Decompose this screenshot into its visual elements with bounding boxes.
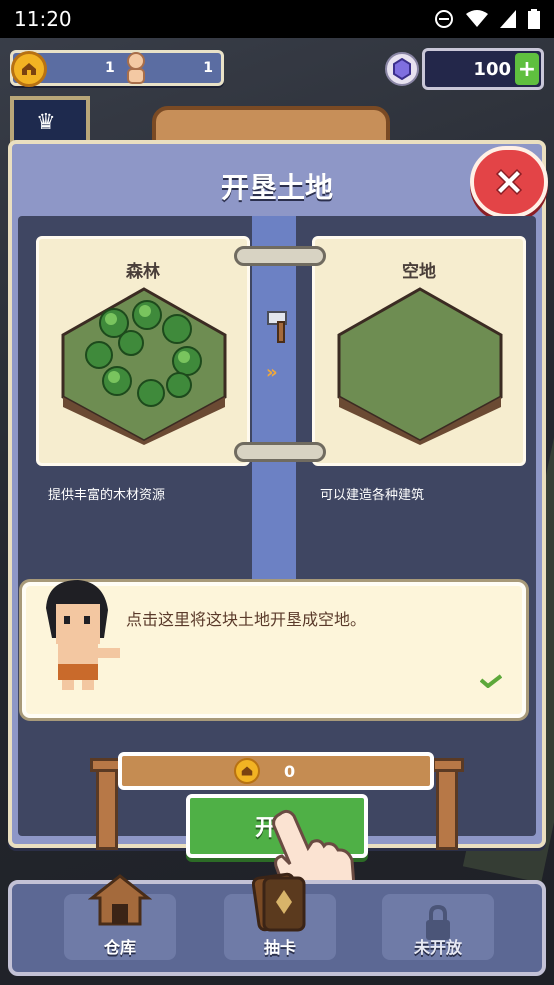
gem-count: 100 [473, 59, 511, 80]
card-draw-icon [252, 872, 306, 932]
forest-card: 森林 [36, 236, 250, 466]
cost-amount: 0 [284, 762, 296, 781]
empty-land-tile-icon [337, 287, 503, 445]
empty-land-card: 空地 [312, 236, 526, 466]
transform-arrow-icon: » [266, 362, 278, 383]
gem-bar: 100 + [422, 48, 544, 90]
status-time: 11:20 [14, 7, 72, 31]
modal-title: 开垦土地 [220, 171, 333, 204]
empty-land-title: 空地 [402, 262, 436, 282]
tutorial-text: 点击这里将这块土地开垦成空地。 [126, 610, 367, 629]
wifi-icon [466, 10, 488, 27]
gem-icon [385, 52, 419, 86]
villager-count: 1 [203, 60, 213, 76]
cost-bar: 0 [118, 752, 434, 790]
resource-bar: 1 1 [10, 50, 224, 87]
villager-guide-icon [46, 580, 120, 690]
forest-tile-icon [61, 287, 227, 445]
dnd-icon [435, 10, 453, 28]
card-connector-bottom [234, 442, 326, 462]
empty-land-description: 可以建造各种建筑 [320, 488, 425, 503]
status-bar: 11:20 [0, 0, 554, 38]
crown-icon: ♛ [36, 110, 56, 135]
signal-icon [500, 10, 516, 28]
coin-icon [234, 758, 260, 784]
warehouse-icon [88, 874, 152, 926]
nav-card-draw[interactable]: 抽卡 [224, 872, 336, 960]
center-strip [252, 216, 296, 580]
nav-warehouse[interactable]: 仓库 [64, 874, 176, 960]
develop-land-modal: 开垦土地 森林 空地 » 提供丰富的木材资源 可以建造各种建筑 [8, 140, 548, 848]
coin-count: 1 [105, 60, 115, 76]
close-icon [495, 168, 523, 196]
nav-warehouse-label: 仓库 [103, 938, 136, 957]
villager-icon [127, 52, 145, 84]
nav-card-draw-label: 抽卡 [263, 938, 296, 957]
close-button[interactable] [470, 146, 548, 218]
coin-icon [11, 51, 47, 87]
sign-post-left [96, 760, 118, 850]
forest-description: 提供丰富的木材资源 [48, 488, 166, 503]
sign-post-cap-right [432, 758, 464, 772]
forest-title: 森林 [126, 262, 160, 282]
add-gems-button[interactable]: + [515, 53, 539, 85]
nav-locked[interactable]: 未开放 [382, 894, 494, 960]
card-connector-top [234, 246, 326, 266]
sign-post-right [436, 760, 458, 850]
hammer-icon [267, 311, 287, 343]
battery-icon [528, 9, 540, 29]
bottom-navigation: 仓库 抽卡 未开放 [8, 872, 546, 976]
status-icons [434, 9, 540, 29]
check-icon [480, 674, 502, 688]
modal-content: 森林 空地 » 提供丰富的木材资源 可以建造各种建筑 [18, 216, 536, 836]
nav-locked-label: 未开放 [413, 938, 462, 957]
